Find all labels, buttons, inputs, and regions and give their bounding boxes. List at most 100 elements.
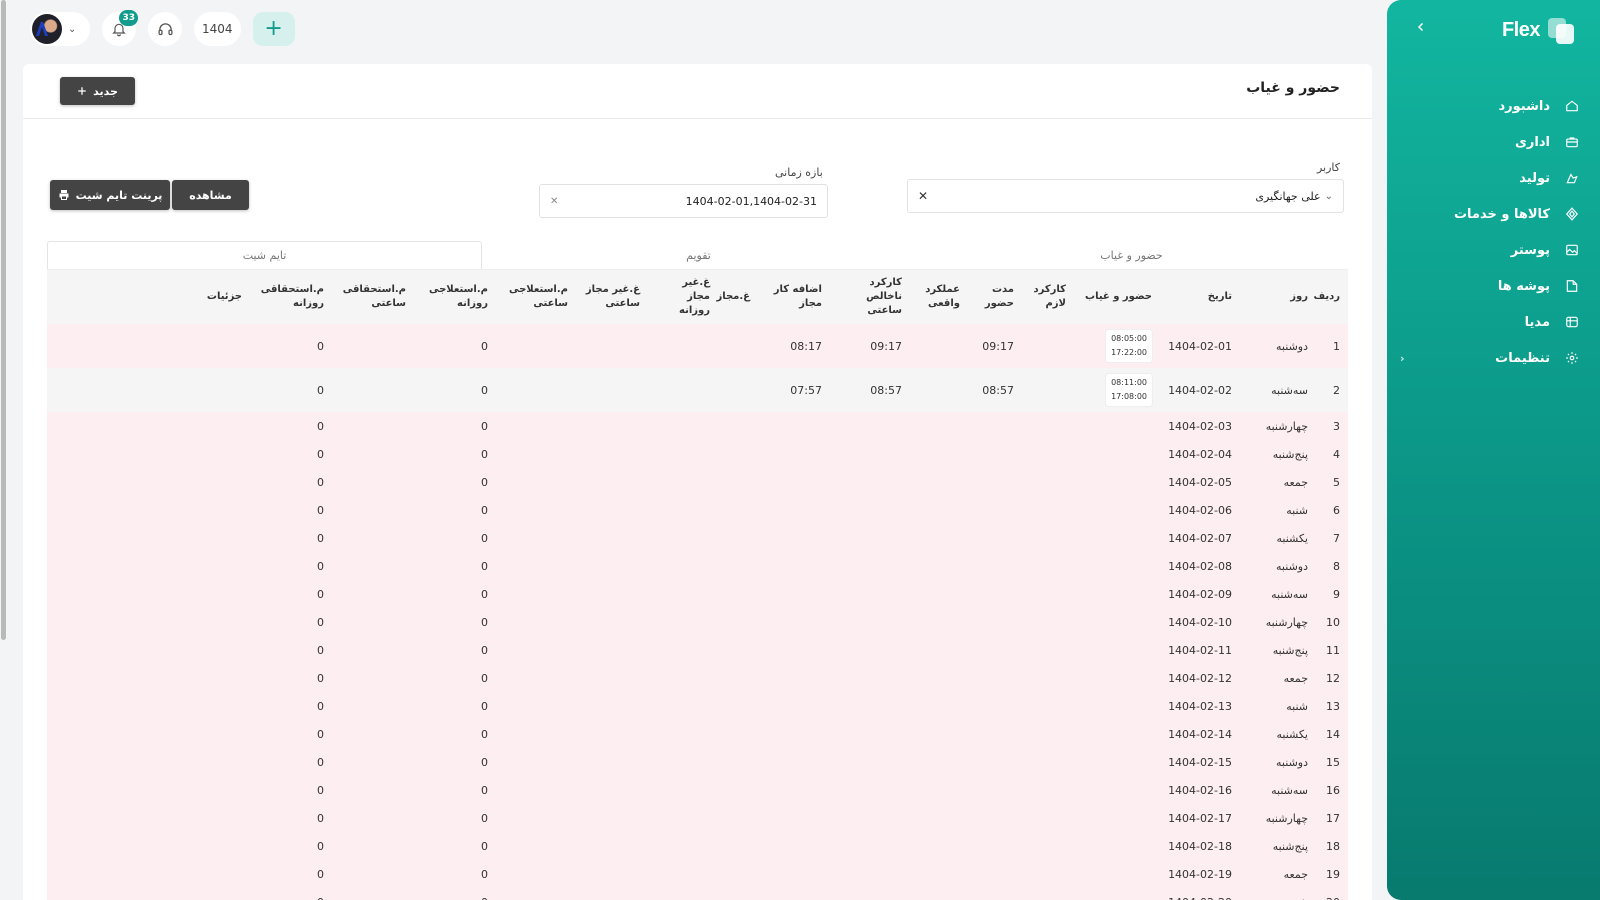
check-out-time: 17:22:00: [1111, 348, 1147, 357]
table-cell-entitled_daily: 0: [250, 552, 332, 580]
print-timesheet-button[interactable]: پرینت تایم شیت: [50, 180, 170, 210]
tab-calendar[interactable]: تقویم: [482, 241, 915, 269]
table-cell: [648, 468, 718, 496]
table-row[interactable]: 12 جمعه 1404-02-12 0 0: [47, 664, 1348, 692]
table-cell: [332, 496, 414, 524]
table-cell: [576, 440, 648, 468]
table-cell-sick_daily: 0: [414, 860, 496, 888]
table-cell: [496, 636, 576, 664]
table-cell-required: [1022, 664, 1074, 692]
user-filter-label: کاربر: [1316, 161, 1340, 174]
table-cell-gross: [830, 440, 910, 468]
table-row[interactable]: 2 سه‌شنبه 1404-02-02 08:11:00 17:08:00 08:57 0…: [47, 368, 1348, 412]
sidebar-item-dashboard[interactable]: داشبورد: [1400, 88, 1580, 124]
tab-timesheet[interactable]: تایم شیت: [47, 241, 482, 269]
table-row[interactable]: 4 پنج‌شنبه 1404-02-04 0 0: [47, 440, 1348, 468]
table-cell-required: [1022, 860, 1074, 888]
table-cell: [332, 664, 414, 692]
table-cell-presence: 08:57: [968, 368, 1022, 412]
table-cell: [648, 368, 718, 412]
avatar[interactable]: [32, 14, 62, 44]
clear-user-icon[interactable]: ✕: [918, 189, 928, 203]
column-header-line: ساعتی: [371, 298, 406, 309]
table-cell-required: [1022, 468, 1074, 496]
table-row[interactable]: 10 چهارشنبه 1404-02-10 0 0: [47, 608, 1348, 636]
page-scrollbar[interactable]: [0, 0, 7, 900]
column-header-line: م.استحقاقی: [342, 284, 406, 295]
time-chip[interactable]: 08:05:00 17:22:00: [1106, 330, 1152, 362]
table-cell-overtime: [758, 692, 830, 720]
date-range-input[interactable]: ✕ 1404-02-01,1404-02-31: [539, 184, 828, 218]
sidebar-collapse-button[interactable]: [1415, 18, 1427, 37]
sidebar-item-products[interactable]: کالاها و خدمات: [1400, 196, 1580, 232]
attendance-times-cell: [1074, 440, 1160, 468]
table-cell-overtime: [758, 832, 830, 860]
table-cell-date: 1404-02-20: [1160, 888, 1240, 900]
table-row[interactable]: 6 شنبه 1404-02-06 0 0: [47, 496, 1348, 524]
table-row[interactable]: 9 سه‌شنبه 1404-02-09 0 0: [47, 580, 1348, 608]
table-cell-entitled_daily: 0: [250, 692, 332, 720]
sidebar-item-production[interactable]: تولید: [1400, 160, 1580, 196]
table-cell-day: شنبه: [1240, 692, 1316, 720]
table-row[interactable]: 8 دوشنبه 1404-02-08 0 0: [47, 552, 1348, 580]
profile-menu[interactable]: ⌄: [30, 12, 90, 46]
tab-attendance[interactable]: حضور و غیاب: [915, 241, 1348, 269]
table-cell-presence: [968, 412, 1022, 440]
scrollbar-thumb[interactable]: [1, 0, 6, 640]
table-row[interactable]: 15 دوشنبه 1404-02-15 0 0: [47, 748, 1348, 776]
table-cell: [718, 720, 758, 748]
table-row[interactable]: 13 شنبه 1404-02-13 0 0: [47, 692, 1348, 720]
table-cell: [496, 888, 576, 900]
table-row[interactable]: 3 چهارشنبه 1404-02-03 0 0: [47, 412, 1348, 440]
sidebar-item-folders[interactable]: پوشه ها: [1400, 268, 1580, 304]
table-row[interactable]: 5 جمعه 1404-02-05 0 0: [47, 468, 1348, 496]
table-row[interactable]: 18 پنج‌شنبه 1404-02-18 0 0: [47, 832, 1348, 860]
table-row[interactable]: 19 جمعه 1404-02-19 0 0: [47, 860, 1348, 888]
table-row[interactable]: 17 چهارشنبه 1404-02-17 0 0: [47, 804, 1348, 832]
year-selector[interactable]: 1404: [194, 12, 241, 46]
table-cell: [332, 440, 414, 468]
support-button[interactable]: [148, 12, 182, 46]
new-button[interactable]: جدید: [60, 77, 135, 105]
table-cell: [576, 692, 648, 720]
view-button[interactable]: مشاهده: [172, 180, 249, 210]
table-cell: [576, 748, 648, 776]
sidebar-item-poster[interactable]: پوستر: [1400, 232, 1580, 268]
notifications-button[interactable]: 33: [102, 10, 138, 46]
table-row[interactable]: 20شنبه1404-02-20 0 0: [47, 888, 1348, 900]
time-chip[interactable]: 08:11:00 17:08:00: [1106, 374, 1152, 406]
sidebar: Flex داشبورد اداری تولید کالاها و خدمات …: [1387, 0, 1600, 900]
attendance-times-cell: [1074, 580, 1160, 608]
table-row[interactable]: 14 یکشنبه 1404-02-14 0 0: [47, 720, 1348, 748]
table-cell-required: [1022, 608, 1074, 636]
table-cell: [496, 720, 576, 748]
table-cell: [332, 692, 414, 720]
table-cell-actual: [910, 776, 968, 804]
table-cell-entitled_daily: 0: [250, 608, 332, 636]
table-cell-overtime: [758, 804, 830, 832]
table-row[interactable]: 11 پنج‌شنبه 1404-02-11 0 0: [47, 636, 1348, 664]
table-cell: [718, 832, 758, 860]
column-header: ردیف: [1313, 269, 1348, 324]
table-cell-date: 1404-02-09: [1160, 580, 1240, 608]
sidebar-item-settings[interactable]: تنظیمات ‹: [1400, 340, 1580, 376]
table-cell: [496, 496, 576, 524]
table-cell-overtime: [758, 496, 830, 524]
table-row[interactable]: 16 سه‌شنبه 1404-02-16 0 0: [47, 776, 1348, 804]
table-cell: [496, 804, 576, 832]
table-row[interactable]: 1 دوشنبه 1404-02-01 08:05:00 17:22:00 09:17 09…: [47, 324, 1348, 368]
brand[interactable]: Flex: [1502, 16, 1574, 44]
table-cell: [332, 412, 414, 440]
column-header: م.استعلاجی روزانه: [414, 269, 496, 324]
clear-range-icon[interactable]: ✕: [550, 196, 558, 207]
table-row[interactable]: 7 یکشنبه 1404-02-07 0 0: [47, 524, 1348, 552]
user-select-value: علی جهانگیری: [1255, 189, 1321, 203]
sidebar-item-media[interactable]: مدیا: [1400, 304, 1580, 340]
sidebar-item-office[interactable]: اداری: [1400, 124, 1580, 160]
table-cell-required: [1022, 368, 1074, 412]
table-cell-required: [1022, 832, 1074, 860]
user-select[interactable]: ⌄ علی جهانگیری ✕: [907, 179, 1344, 213]
table-cell: [576, 664, 648, 692]
table-cell: [496, 748, 576, 776]
quick-add-button[interactable]: +: [252, 12, 295, 46]
